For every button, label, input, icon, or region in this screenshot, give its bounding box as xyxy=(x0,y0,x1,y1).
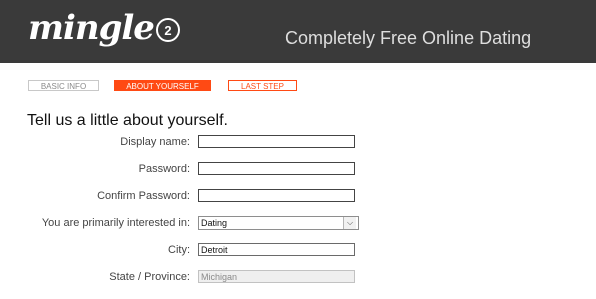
display-name-row: Display name: xyxy=(0,135,596,149)
interest-select[interactable]: Dating ⌵ xyxy=(198,216,359,230)
state-input: Michigan xyxy=(198,270,355,283)
city-input[interactable]: Detroit xyxy=(198,243,355,256)
password-label: Password: xyxy=(138,163,190,175)
step-basic-info[interactable]: BASIC INFO xyxy=(28,80,99,91)
step-last-step[interactable]: LAST STEP xyxy=(228,80,297,91)
confirm-password-row: Confirm Password: xyxy=(0,189,596,203)
state-row: State / Province: Michigan xyxy=(0,270,596,284)
mingle-logo[interactable]: mingle 2 xyxy=(28,6,180,50)
city-row: City: Detroit xyxy=(0,243,596,257)
confirm-password-label: Confirm Password: xyxy=(97,190,190,202)
chevron-down-icon[interactable]: ⌵ xyxy=(343,217,356,229)
password-row: Password: xyxy=(0,162,596,176)
state-label: State / Province: xyxy=(109,271,190,283)
city-label: City: xyxy=(168,244,190,256)
confirm-password-input[interactable] xyxy=(198,189,355,202)
password-input[interactable] xyxy=(198,162,355,175)
interest-selected-value: Dating xyxy=(201,218,228,228)
display-name-input[interactable] xyxy=(198,135,355,148)
city-value: Detroit xyxy=(201,245,228,255)
site-tagline: Completely Free Online Dating xyxy=(285,28,532,48)
display-name-label: Display name: xyxy=(120,136,190,148)
logo-text: mingle xyxy=(28,8,155,48)
interest-label: You are primarily interested in: xyxy=(41,217,190,229)
form-heading: Tell us a little about yourself. xyxy=(27,112,228,129)
step-about-yourself[interactable]: ABOUT YOURSELF xyxy=(114,80,211,91)
interest-row: You are primarily interested in: Dating … xyxy=(0,216,596,230)
site-header: mingle 2 Completely Free Online Dating xyxy=(0,0,596,63)
state-value: Michigan xyxy=(201,272,238,282)
logo-badge-icon: 2 xyxy=(155,18,180,42)
